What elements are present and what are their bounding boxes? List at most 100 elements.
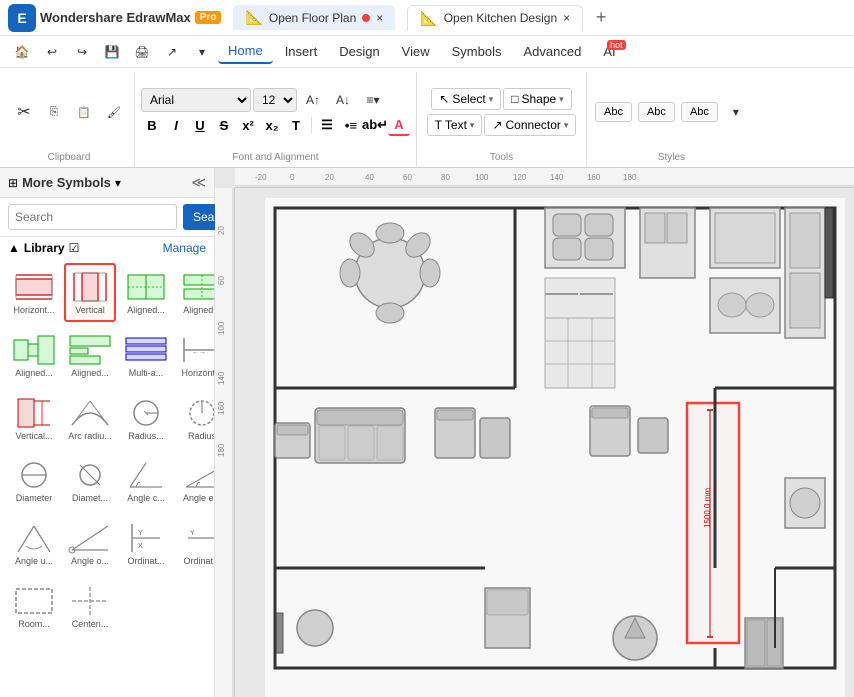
add-tab-button[interactable]: + — [587, 4, 615, 32]
strikethrough-btn[interactable]: S — [213, 114, 235, 136]
font-row1: Arial 12 A↑ A↓ ≡▾ — [141, 88, 387, 112]
symbol-vertical2[interactable]: Vertical... — [8, 389, 60, 448]
symbol-multia[interactable]: Multi-a... — [120, 326, 172, 385]
symbol-horiz1[interactable]: Horizont... — [8, 263, 60, 322]
checkbox-icon: ☑ — [69, 241, 80, 255]
symbol-aligned3-label: Aligned... — [15, 368, 53, 379]
menu-symbols[interactable]: Symbols — [442, 40, 512, 63]
symbol-radius2[interactable]: Radius — [176, 389, 214, 448]
undo-btn[interactable]: ↩ — [38, 43, 66, 61]
ruler-horizontal: -20 0 20 40 60 80 100 120 140 160 180 — [235, 168, 854, 188]
symbol-room[interactable]: Room... — [8, 577, 60, 636]
symbol-anglee-icon — [180, 457, 214, 493]
ordinat1-svg: Y X — [124, 522, 168, 554]
more-btn[interactable]: ▾ — [188, 43, 216, 61]
symbol-aligned3[interactable]: Aligned... — [8, 326, 60, 385]
title-bar: E Wondershare EdrawMax Pro 📐 Open Floor … — [0, 0, 854, 36]
font-family-select[interactable]: Arial — [141, 88, 251, 112]
tab-close-icon[interactable]: × — [376, 11, 383, 25]
symbol-aligned1[interactable]: Aligned... — [120, 263, 172, 322]
symbol-vertical[interactable]: Vertical — [64, 263, 116, 322]
tab-kitchen-close[interactable]: × — [563, 11, 570, 25]
symbol-aligned4[interactable]: Aligned... — [64, 326, 116, 385]
symbol-vertical2-label: Vertical... — [15, 431, 52, 442]
indent-btn[interactable]: ab↵ — [364, 114, 386, 136]
tab-kitchen[interactable]: 📐 Open Kitchen Design × — [407, 5, 583, 31]
bold-btn[interactable]: B — [141, 114, 163, 136]
bullet-btn[interactable]: •≡ — [340, 114, 362, 136]
increase-font-btn[interactable]: A↑ — [299, 91, 327, 109]
style-btn-2[interactable]: Abc — [638, 102, 675, 122]
symbol-angleo[interactable]: Angle o... — [64, 514, 116, 573]
svg-text:Y: Y — [190, 530, 195, 537]
horiz2-svg: ←→ — [180, 334, 214, 366]
menu-view[interactable]: View — [392, 40, 440, 63]
paste-btn[interactable]: 📋 — [70, 103, 98, 122]
symbol-radius2-icon — [180, 395, 214, 431]
symbol-ordinat2[interactable]: Y Ordinat... — [176, 514, 214, 573]
menu-advanced[interactable]: Advanced — [513, 40, 591, 63]
font-size-select[interactable]: 12 — [253, 88, 297, 112]
connector-tool-btn[interactable]: ↗ Connector ▾ — [484, 114, 576, 136]
superscript-btn[interactable]: x² — [237, 114, 259, 136]
symbol-diameter1[interactable]: Diameter — [8, 451, 60, 510]
symbol-anglee-label: Angle e... — [183, 493, 214, 504]
symbol-diameter2-icon — [68, 457, 112, 493]
ruler-vertical: 20 60 100 140 160 180 — [215, 188, 235, 697]
menu-design[interactable]: Design — [329, 40, 389, 63]
symbol-horiz2[interactable]: ←→ Horizont... — [176, 326, 214, 385]
canvas[interactable]: 1500.0 mm — [235, 188, 854, 697]
ordinat2-svg: Y — [180, 522, 214, 554]
home-icon-btn[interactable]: 🏠 — [8, 43, 36, 61]
sidebar-collapse-btn[interactable]: ≪ — [191, 174, 206, 191]
export-btn[interactable]: ↗ — [158, 43, 186, 61]
align-btn[interactable]: ≡▾ — [359, 91, 387, 109]
canvas-area[interactable]: -20 0 20 40 60 80 100 120 140 160 180 20… — [215, 168, 854, 697]
menu-insert[interactable]: Insert — [275, 40, 328, 63]
format-painter-btn[interactable]: 🖌 — [100, 103, 128, 122]
print-btn[interactable]: 🖨 — [128, 43, 156, 61]
decrease-font-btn[interactable]: A↓ — [329, 91, 357, 109]
pro-badge: Pro — [195, 11, 222, 24]
select-icon: ↖ — [439, 92, 449, 106]
symbol-arcradius-icon — [68, 395, 112, 431]
shape-tool-btn[interactable]: □ Shape ▾ — [503, 88, 571, 110]
symbol-vertical-icon — [68, 269, 112, 305]
symbol-horiz1-label: Horizont... — [13, 305, 54, 316]
underline-btn[interactable]: U — [189, 114, 211, 136]
symbol-diameter2[interactable]: Diamet... — [64, 451, 116, 510]
menu-ai[interactable]: AI hot — [593, 40, 625, 63]
style-btn-1[interactable]: Abc — [595, 102, 632, 122]
search-input[interactable] — [8, 204, 177, 230]
subscript-btn[interactable]: x₂ — [261, 114, 283, 136]
styles-more-btn[interactable]: ▾ — [722, 103, 750, 121]
symbol-arcradius[interactable]: Arc radiu... — [64, 389, 116, 448]
symbol-angleu[interactable]: Angle u... — [8, 514, 60, 573]
save-btn[interactable]: 💾 — [98, 43, 126, 61]
svg-text:120: 120 — [513, 173, 527, 182]
manage-link[interactable]: Manage — [163, 241, 206, 255]
symbol-angleo-label: Angle o... — [71, 556, 109, 567]
svg-text:←→: ←→ — [192, 349, 206, 356]
cut-btn[interactable]: ✂ — [10, 99, 38, 125]
select-tool-btn[interactable]: ↖ Select ▾ — [431, 88, 501, 110]
symbol-anglec[interactable]: Angle c... — [120, 451, 172, 510]
symbol-radius1[interactable]: Radius... — [120, 389, 172, 448]
symbol-room-icon — [12, 583, 56, 619]
symbol-aligned2[interactable]: Aligned... — [176, 263, 214, 322]
aligned3-svg — [12, 334, 56, 366]
redo-btn[interactable]: ↪ — [68, 43, 96, 61]
symbol-center[interactable]: Centeri... — [64, 577, 116, 636]
text-tool-btn[interactable]: T Text ▾ — [427, 114, 483, 136]
italic-btn[interactable]: I — [165, 114, 187, 136]
symbol-anglee[interactable]: Angle e... — [176, 451, 214, 510]
menu-home[interactable]: Home — [218, 39, 273, 64]
tab-floor-plan[interactable]: 📐 Open Floor Plan × — [233, 5, 395, 30]
list-btn[interactable]: ☰ — [316, 114, 338, 136]
style-btn-3[interactable]: Abc — [681, 102, 718, 122]
text-size-btn[interactable]: T — [285, 114, 307, 136]
copy-btn[interactable]: ⎘ — [40, 103, 68, 122]
diameter1-svg — [12, 459, 56, 491]
symbol-ordinat1[interactable]: Y X Ordinat... — [120, 514, 172, 573]
font-color-btn[interactable]: A — [388, 114, 410, 136]
